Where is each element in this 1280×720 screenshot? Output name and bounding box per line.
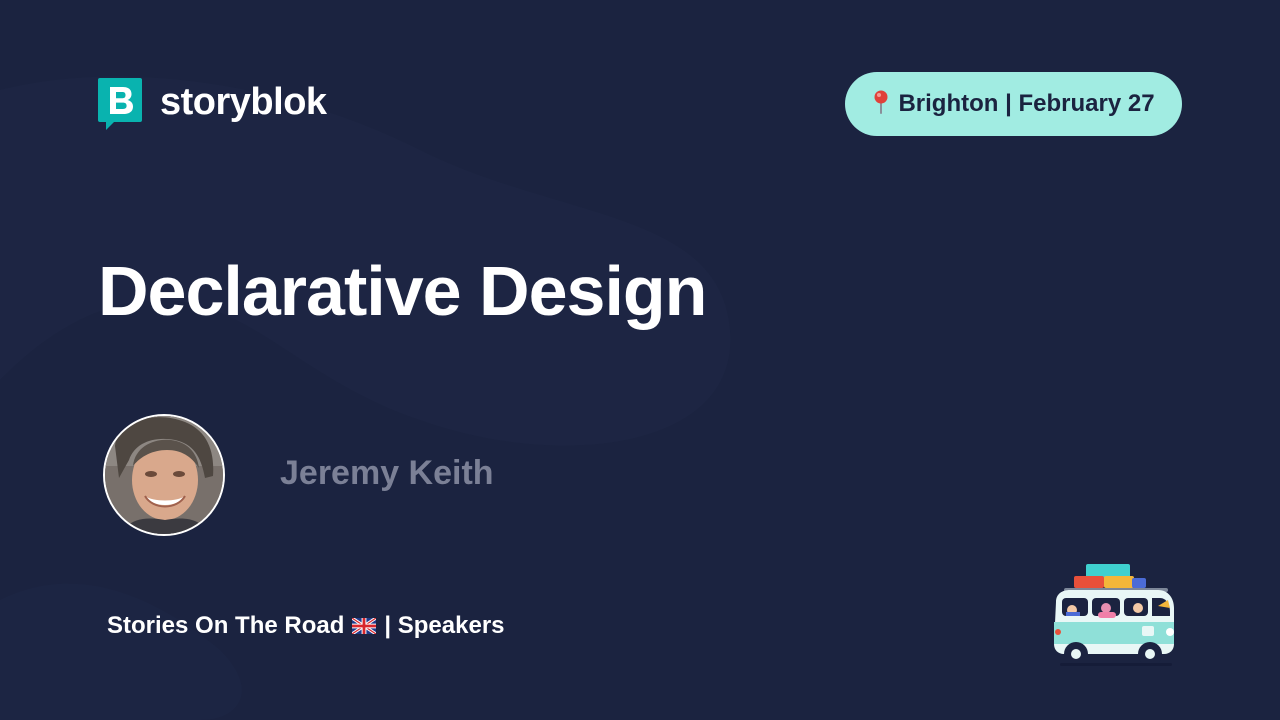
speaker-avatar-photo	[105, 416, 223, 534]
series-name: Stories On The Road	[107, 612, 345, 639]
talk-title: Declarative Design	[98, 252, 707, 330]
location-date-text: Brighton | February 27	[898, 90, 1155, 117]
storyblok-logo: storyblok	[98, 78, 327, 130]
location-date-badge: Brighton | February 27	[845, 72, 1182, 136]
speaker-name: Jeremy Keith	[280, 454, 494, 492]
speaker-avatar	[103, 414, 225, 536]
uk-flag-icon	[352, 618, 377, 634]
brand-name: storyblok	[160, 81, 327, 123]
map-pin-icon	[874, 90, 888, 114]
event-series-footer: Stories On The Road | Speakers	[107, 614, 505, 638]
series-suffix: | Speakers	[384, 612, 505, 639]
camper-van-illustration	[1054, 564, 1174, 666]
title-slide: storyblok Brighton | February 27 Declara…	[0, 0, 1280, 720]
storyblok-logo-icon	[98, 78, 142, 130]
